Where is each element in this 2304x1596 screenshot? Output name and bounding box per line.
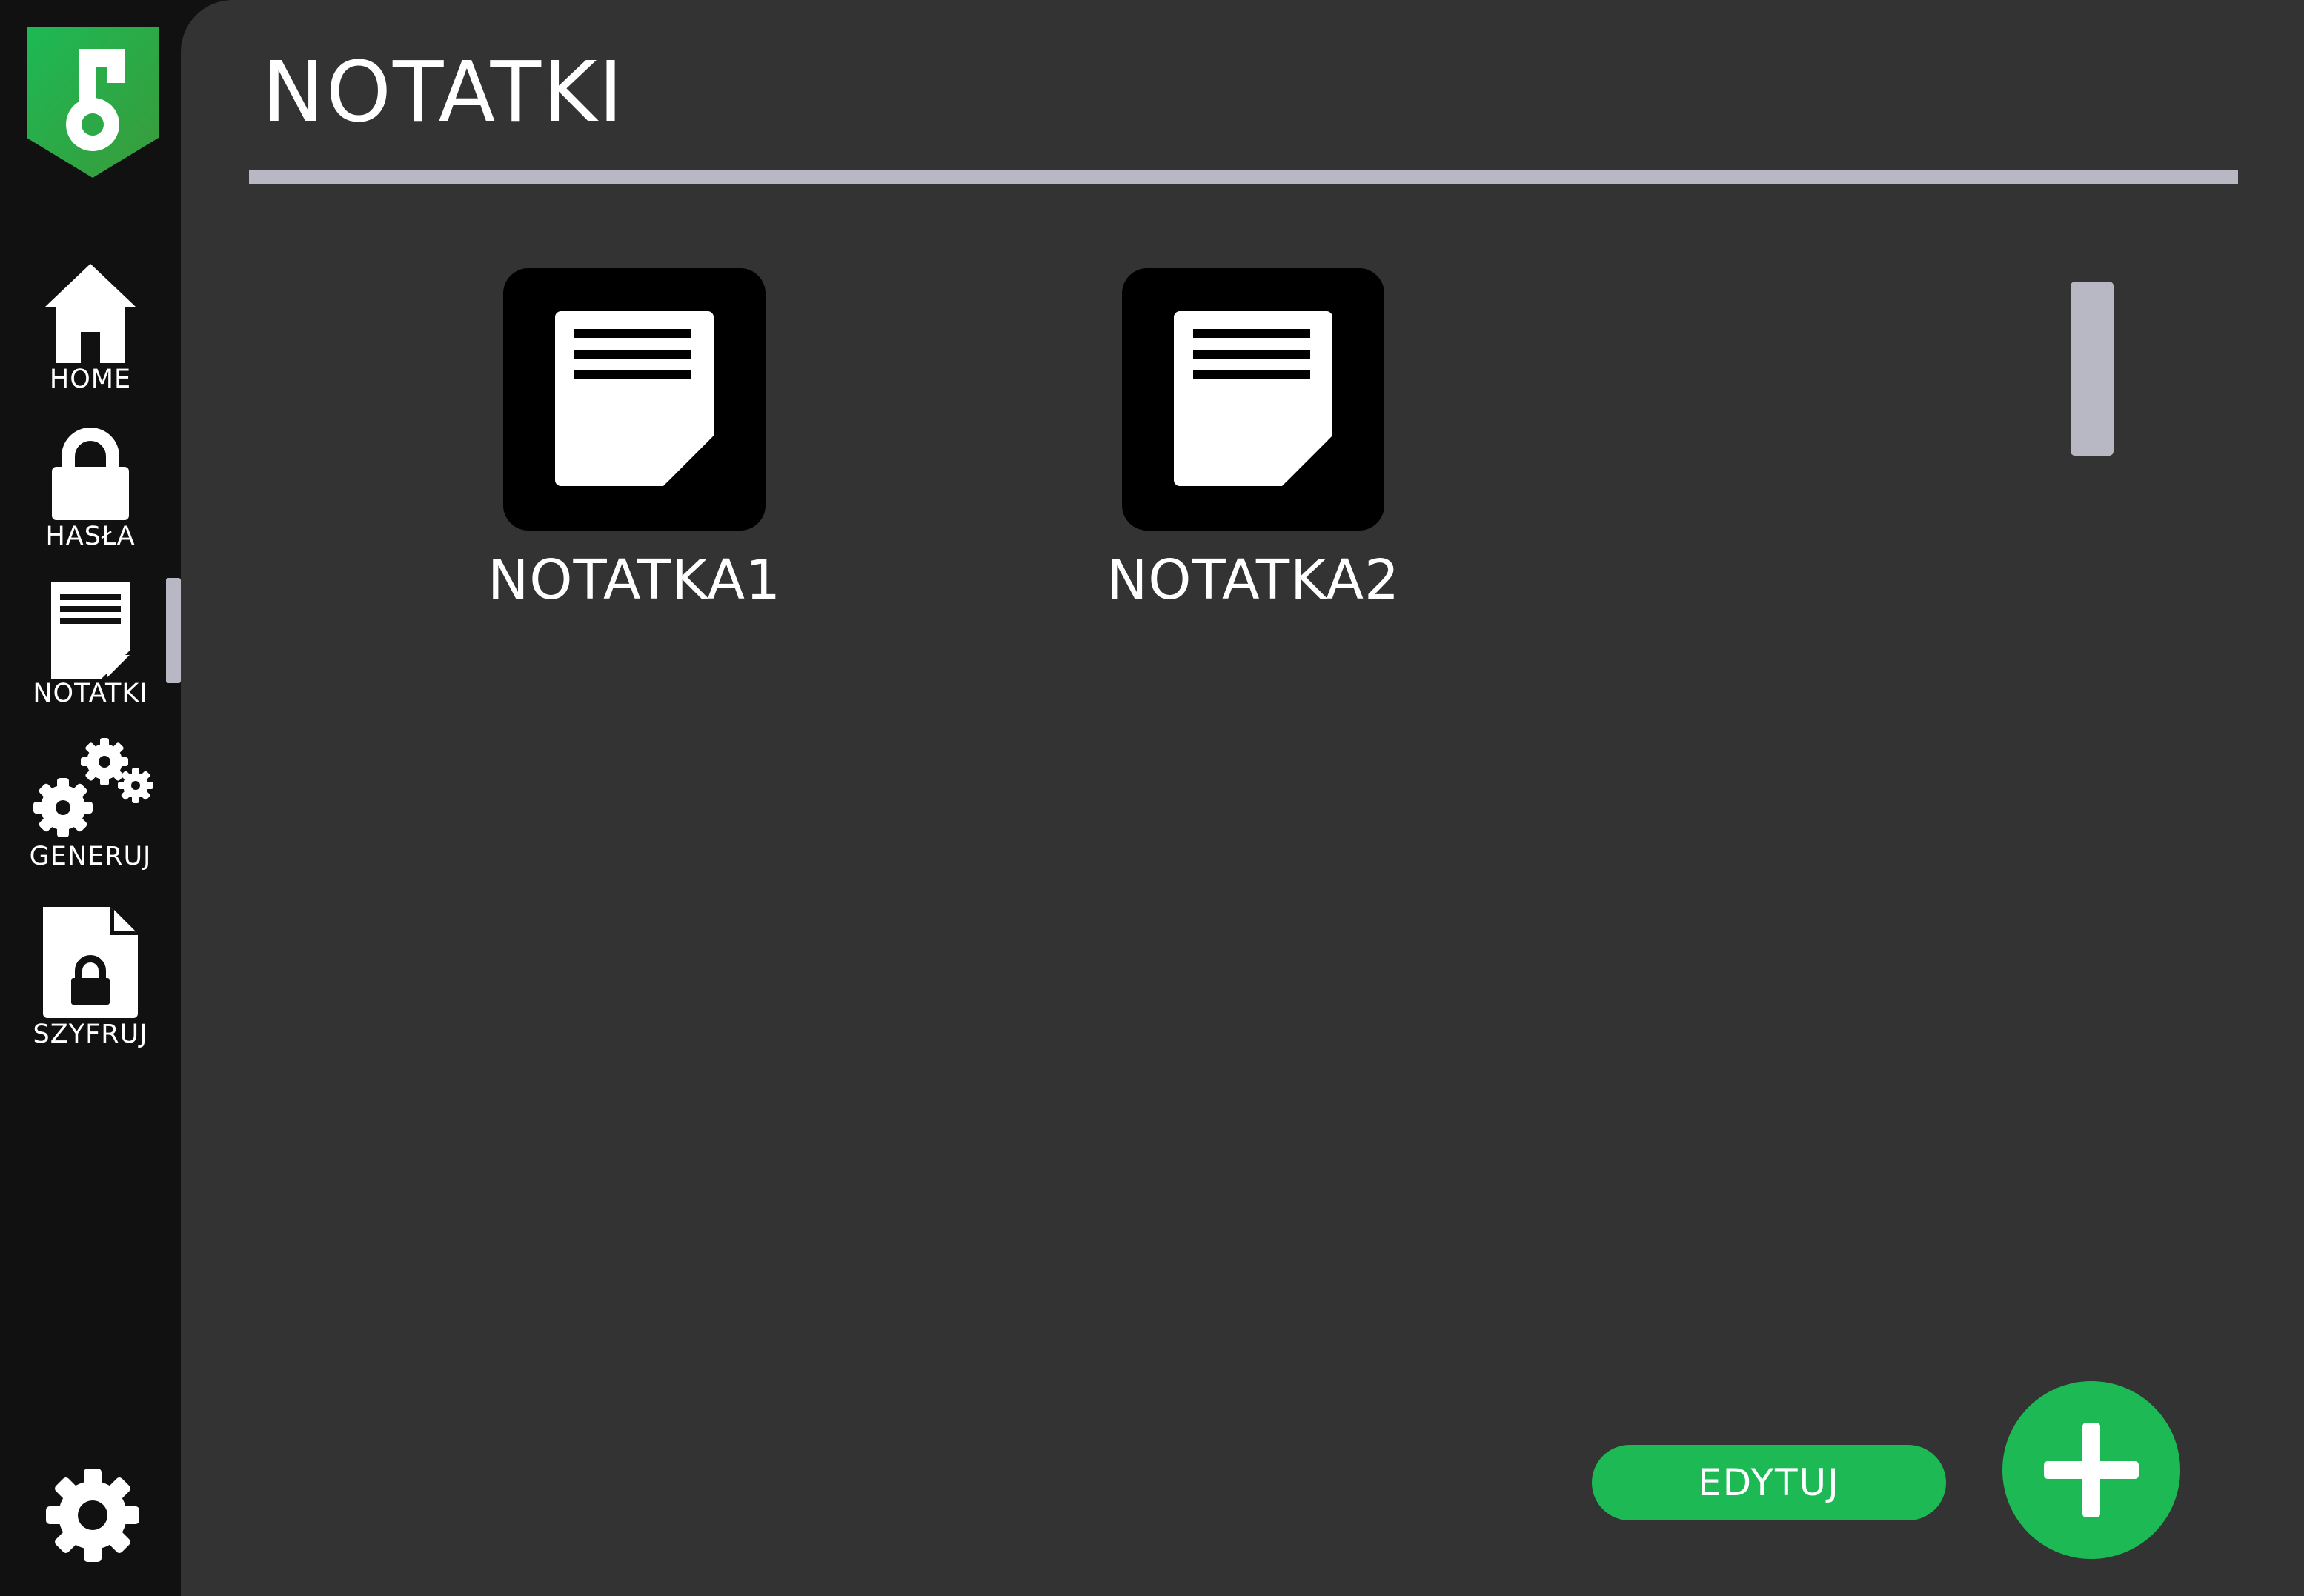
sidebar-item-home[interactable]: HOME bbox=[0, 261, 181, 394]
note-name: NOTATKA1 bbox=[487, 548, 782, 612]
main-content: NOTATKI NOTATKA1 NOTATKA2 EDYTUJ bbox=[181, 0, 2304, 1596]
sidebar-item-label: HOME bbox=[49, 365, 132, 394]
active-nav-indicator bbox=[166, 578, 181, 683]
sidebar-item-notatki[interactable]: NOTATKI bbox=[0, 582, 181, 708]
note-icon bbox=[1174, 311, 1332, 486]
sidebar-item-label: GENERUJ bbox=[29, 842, 152, 871]
gear-icon bbox=[46, 1469, 139, 1562]
edit-button[interactable]: EDYTUJ bbox=[1592, 1445, 1946, 1520]
sidebar-item-label: SZYFRUJ bbox=[33, 1020, 148, 1049]
title-divider bbox=[249, 170, 2238, 184]
sidebar-item-label: HASŁA bbox=[45, 522, 136, 551]
home-icon bbox=[45, 264, 136, 363]
lock-icon bbox=[52, 428, 129, 520]
plus-icon bbox=[2044, 1423, 2139, 1517]
sidebar-item-label: NOTATKI bbox=[33, 679, 148, 708]
note-icon bbox=[51, 582, 130, 679]
note-item-notatka1[interactable]: NOTATKA1 bbox=[479, 268, 790, 612]
gears-icon bbox=[33, 738, 153, 837]
note-tile[interactable] bbox=[1122, 268, 1384, 531]
sidebar-item-hasla[interactable]: HASŁA bbox=[0, 425, 181, 551]
note-name: NOTATKA2 bbox=[1106, 548, 1401, 612]
sidebar-item-szyfruj[interactable]: SZYFRUJ bbox=[0, 904, 181, 1049]
note-item-notatka2[interactable]: NOTATKA2 bbox=[1098, 268, 1409, 612]
encrypted-file-icon bbox=[43, 907, 138, 1018]
sidebar-item-generuj[interactable]: GENERUJ bbox=[0, 734, 181, 871]
scrollbar-thumb[interactable] bbox=[2071, 282, 2114, 456]
note-tile[interactable] bbox=[503, 268, 766, 531]
page-title: NOTATKI bbox=[262, 44, 625, 141]
sidebar: HOME HASŁA NOTATKI GENERUJ SZYFRUJ bbox=[0, 0, 181, 1596]
key-shield-icon bbox=[27, 27, 159, 178]
note-icon bbox=[555, 311, 714, 486]
add-note-button[interactable] bbox=[2002, 1381, 2180, 1559]
settings-button[interactable] bbox=[43, 1466, 142, 1565]
